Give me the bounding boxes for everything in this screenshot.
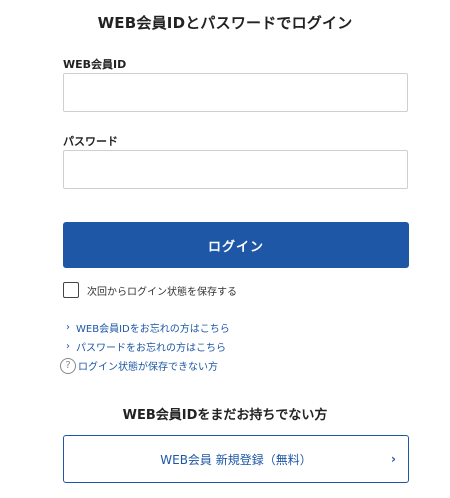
web-member-id-label: WEB会員ID xyxy=(63,58,127,71)
register-button[interactable]: WEB会員 新規登録（無料） › xyxy=(63,435,409,483)
page-title: WEB会員IDとパスワードでログイン xyxy=(97,14,353,32)
forgot-id-link-text[interactable]: WEB会員IDをお忘れの方はこちら xyxy=(76,320,230,335)
password-input[interactable] xyxy=(63,150,408,189)
help-links: › WEB会員IDをお忘れの方はこちら › パスワードをお忘れの方はこちら ? … xyxy=(60,318,230,375)
register-button-label: WEB会員 新規登録（無料） xyxy=(160,452,312,467)
register-heading: WEB会員IDをまだお持ちでない方 xyxy=(122,408,328,423)
cannot-save-login-link[interactable]: ? ログイン状態が保存できない方 xyxy=(60,356,230,375)
remember-login-label: 次回からログイン状態を保存する xyxy=(87,286,237,298)
web-member-id-input[interactable] xyxy=(63,73,408,112)
remember-login[interactable]: 次回からログイン状態を保存する xyxy=(63,282,237,298)
password-label: パスワード xyxy=(63,135,118,148)
forgot-password-link-text[interactable]: パスワードをお忘れの方はこちら xyxy=(76,339,226,354)
forgot-id-link[interactable]: › WEB会員IDをお忘れの方はこちら xyxy=(60,318,230,337)
chevron-right-icon: › xyxy=(66,341,70,352)
login-page: WEB会員IDとパスワードでログイン WEB会員ID パスワード ログイン 次回… xyxy=(0,0,450,498)
remember-login-checkbox[interactable] xyxy=(63,282,79,298)
chevron-right-icon: › xyxy=(66,322,70,333)
cannot-save-login-link-text[interactable]: ログイン状態が保存できない方 xyxy=(78,358,218,373)
question-circle-icon: ? xyxy=(60,357,76,374)
chevron-right-icon: › xyxy=(391,452,396,466)
login-button[interactable]: ログイン xyxy=(63,222,409,268)
forgot-password-link[interactable]: › パスワードをお忘れの方はこちら xyxy=(60,337,230,356)
